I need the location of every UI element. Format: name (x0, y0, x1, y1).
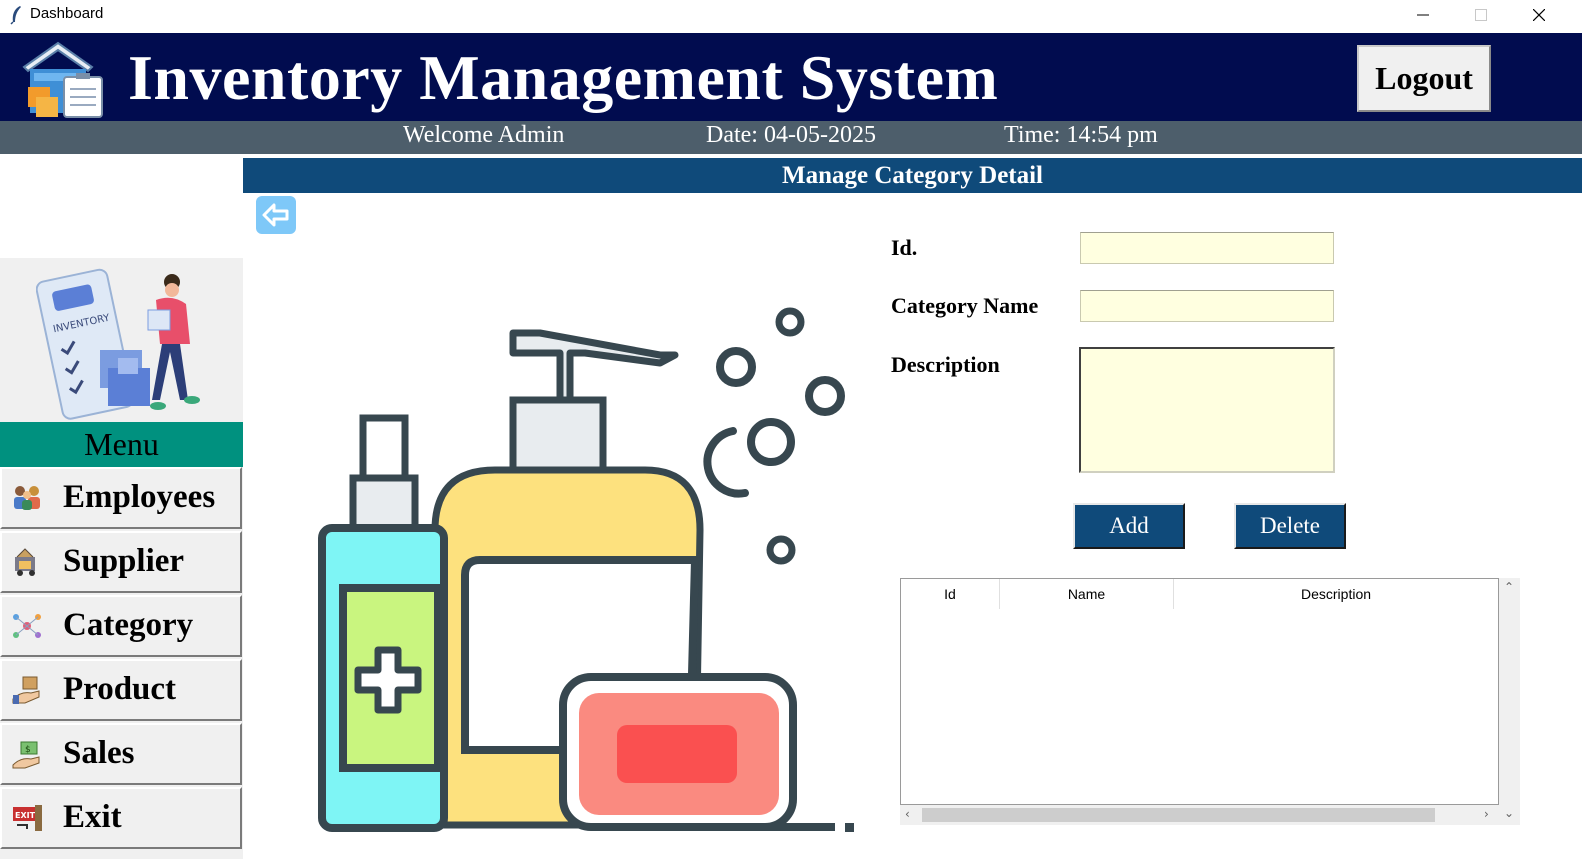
scroll-down-arrow-icon[interactable]: ⌄ (1504, 806, 1514, 820)
column-header-description[interactable]: Description (1174, 579, 1498, 609)
info-bar: Welcome Admin Date: 04-05-2025 Time: 14:… (0, 121, 1582, 154)
scroll-right-arrow-icon[interactable]: › (1484, 807, 1489, 821)
category-name-label: Category Name (891, 293, 1039, 318)
table-header: Id Name Description (901, 579, 1498, 609)
menu-title: Menu (0, 422, 243, 467)
id-label: Id. (891, 235, 918, 260)
page-title: Manage Category Detail (243, 158, 1582, 193)
back-button[interactable] (256, 196, 296, 234)
menu-item-label: Sales (63, 735, 135, 771)
table-horizontal-scrollbar[interactable]: ‹ › (900, 805, 1499, 825)
scroll-up-arrow-icon[interactable]: ⌃ (1504, 580, 1514, 594)
svg-text:EXIT: EXIT (15, 811, 36, 820)
scroll-left-arrow-icon[interactable]: ‹ (905, 807, 910, 821)
menu-item-exit[interactable]: EXIT Exit (0, 787, 242, 849)
category-table[interactable]: Id Name Description (900, 578, 1499, 805)
menu-item-label: Exit (63, 799, 122, 835)
menu-item-sales[interactable]: $ Sales (0, 723, 242, 785)
app-header: Inventory Management System Logout (0, 33, 1582, 121)
menu-item-employees[interactable]: Employees (0, 467, 242, 529)
maximize-button[interactable] (1458, 0, 1504, 30)
feather-app-icon (10, 6, 21, 25)
close-button[interactable] (1516, 0, 1562, 30)
column-header-name[interactable]: Name (1000, 579, 1174, 609)
warehouse-logo-icon (22, 41, 103, 118)
minimize-icon (1417, 14, 1429, 16)
description-label: Description (891, 352, 1000, 377)
menu-item-label: Supplier (63, 543, 185, 579)
table-vertical-scrollbar[interactable]: ⌃ ⌄ (1499, 578, 1520, 825)
category-name-input[interactable] (1080, 290, 1334, 322)
window-titlebar: Dashboard (0, 0, 1582, 33)
back-arrow-icon (262, 203, 289, 227)
sales-money-icon: $ (12, 741, 40, 769)
add-button[interactable]: Add (1073, 503, 1185, 549)
supplier-truck-icon (15, 548, 35, 576)
time-text: Time: 14:54 pm (1004, 122, 1158, 148)
left-menu-panel: INVENTORY Menu Employees Supplier Catego… (0, 258, 243, 859)
product-hand-box-icon (12, 676, 40, 704)
inventory-illustration-icon: INVENTORY (36, 268, 200, 420)
column-header-id[interactable]: Id (901, 579, 1000, 609)
menu-item-product[interactable]: Product (0, 659, 242, 721)
hygiene-products-illustration (318, 307, 854, 832)
menu-item-supplier[interactable]: Supplier (0, 531, 242, 593)
category-network-icon (13, 614, 41, 638)
logout-button[interactable]: Logout (1357, 45, 1491, 112)
date-text: Date: 04-05-2025 (706, 122, 876, 148)
id-input[interactable] (1080, 232, 1334, 264)
exit-sign-icon: EXIT (13, 805, 42, 831)
menu-item-label: Product (63, 671, 177, 707)
horizontal-scroll-thumb[interactable] (922, 808, 1435, 822)
close-icon (1533, 9, 1545, 21)
maximize-icon (1475, 9, 1487, 21)
menu-item-label: Category (63, 607, 194, 643)
minimize-button[interactable] (1400, 0, 1446, 30)
menu-item-label: Employees (63, 479, 216, 515)
menu-item-category[interactable]: Category (0, 595, 242, 657)
welcome-text: Welcome Admin (403, 122, 565, 148)
window-title: Dashboard (30, 5, 104, 22)
description-textarea[interactable] (1079, 347, 1335, 473)
svg-text:$: $ (25, 745, 31, 755)
delete-button[interactable]: Delete (1234, 503, 1346, 549)
employees-icon (14, 486, 40, 510)
app-title: Inventory Management System (128, 42, 999, 113)
